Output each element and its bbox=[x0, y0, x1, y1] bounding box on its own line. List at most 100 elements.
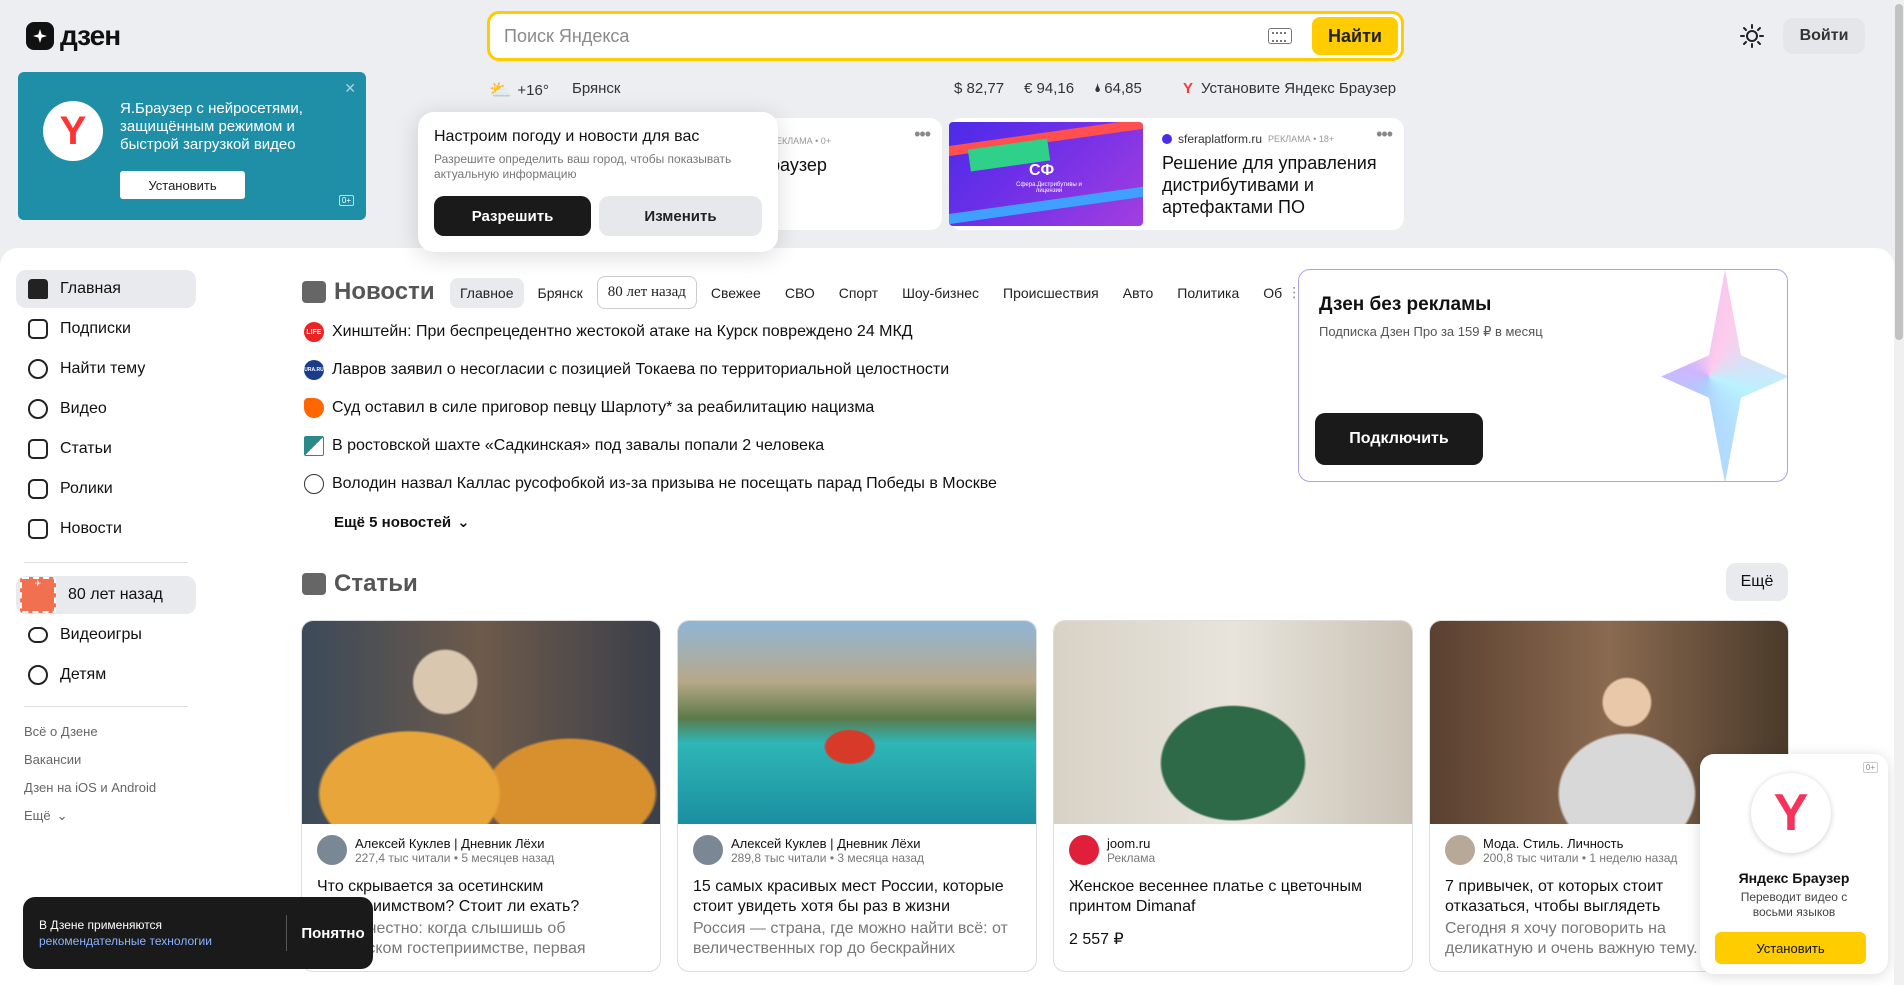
source-life-icon: LIFE bbox=[304, 322, 324, 342]
ad-image: СФ Сфера.Дистрибутивы и лицензии bbox=[949, 122, 1143, 226]
tab-fresh[interactable]: Свежее bbox=[701, 278, 771, 308]
site-favicon-icon bbox=[1162, 134, 1172, 144]
footer-more-label: Ещё bbox=[24, 808, 51, 823]
oil-drop-icon: 🌢 bbox=[1094, 81, 1102, 95]
news-item[interactable]: Суд оставил в силе приговор певцу Шарлот… bbox=[304, 398, 874, 418]
scrollbar-thumb[interactable] bbox=[1895, 4, 1903, 340]
news-item[interactable]: LIFE Хинштейн: При беспрецедентно жесток… bbox=[304, 322, 913, 342]
cookie-message: В Дзене применяются bbox=[39, 918, 163, 932]
articles-title-text: Статьи bbox=[334, 570, 418, 597]
tab-showbiz[interactable]: Шоу-бизнес bbox=[892, 278, 989, 308]
ad-card-sfera[interactable]: СФ Сфера.Дистрибутивы и лицензии sferapl… bbox=[949, 118, 1404, 230]
sidebar-item-label: Новости bbox=[60, 520, 122, 537]
close-icon[interactable]: ✕ bbox=[344, 80, 356, 97]
sidebar-item-subscriptions[interactable]: Подписки bbox=[16, 310, 196, 348]
city-label[interactable]: Брянск bbox=[572, 80, 621, 97]
sidebar-item-shorts[interactable]: Ролики bbox=[16, 470, 196, 508]
home-icon bbox=[28, 279, 48, 299]
news-tabs: Главное Брянск 80 лет назад Свежее СВО С… bbox=[450, 276, 1301, 309]
pro-subtitle: Подписка Дзен Про за 159 ₽ в месяц bbox=[1319, 324, 1543, 339]
tab-bryansk[interactable]: Брянск bbox=[528, 278, 593, 308]
sidebar-divider bbox=[24, 562, 188, 563]
eur-rate: € 94,16 bbox=[1024, 80, 1075, 97]
tab-politics[interactable]: Политика bbox=[1167, 278, 1249, 308]
sidebar-item-home[interactable]: Главная bbox=[16, 270, 196, 308]
footer-link-about[interactable]: Всё о Дзене bbox=[24, 724, 98, 739]
author-meta: 227,4 тыс читали • 5 месяцев назад bbox=[355, 850, 555, 865]
sidebar-item-kids[interactable]: Детям bbox=[16, 656, 196, 694]
tab-80-years[interactable]: 80 лет назад bbox=[596, 276, 697, 309]
author-name: Мода. Стиль. Личность bbox=[1483, 835, 1624, 851]
sidebar-item-videogames[interactable]: Видеоигры bbox=[16, 616, 196, 654]
article-author[interactable]: Алексей Куклев | Дневник Лёхи 227,4 тыс … bbox=[317, 835, 554, 865]
article-card[interactable]: joom.ru Реклама Женское весеннее платье … bbox=[1053, 620, 1413, 972]
tab-other[interactable]: Об bbox=[1253, 278, 1283, 308]
tab-main[interactable]: Главное bbox=[450, 277, 524, 308]
browser-promo-card[interactable]: 0+ Y Яндекс Браузер Переводит видео с во… bbox=[1700, 754, 1888, 974]
sidebar-item-find-topic[interactable]: Найти тему bbox=[16, 350, 196, 388]
tab-incidents[interactable]: Происшествия bbox=[993, 278, 1109, 308]
login-button[interactable]: Войти bbox=[1783, 18, 1865, 54]
dzen-logo[interactable]: дзен bbox=[26, 20, 121, 52]
sidebar-item-articles[interactable]: Статьи bbox=[16, 430, 196, 468]
theme-toggle-sun-icon[interactable] bbox=[1740, 24, 1764, 48]
tab-sport[interactable]: Спорт bbox=[829, 278, 888, 308]
sidebar-item-label: 80 лет назад bbox=[68, 586, 163, 603]
footer-more[interactable]: Ещё ⌄ bbox=[24, 808, 68, 824]
news-item[interactable]: URA.RU Лавров заявил о несогласии с пози… bbox=[304, 360, 949, 380]
sidebar-item-label: Видео bbox=[60, 400, 107, 417]
location-permission-dialog: Настроим погоду и новости для вас Разреш… bbox=[418, 112, 778, 252]
cookie-text: В Дзене применяются рекомендательные тех… bbox=[39, 917, 212, 949]
article-author[interactable]: Алексей Куклев | Дневник Лёхи 289,8 тыс … bbox=[693, 835, 924, 865]
tab-auto[interactable]: Авто bbox=[1113, 278, 1164, 308]
avatar bbox=[317, 835, 347, 865]
sidebar-item-80-years[interactable]: ✈ 80 лет назад bbox=[16, 576, 196, 614]
news-item[interactable]: В ростовской шахте «Садкинская» под зава… bbox=[304, 436, 824, 456]
news-section-title[interactable]: Новости bbox=[302, 278, 435, 306]
more-news-button[interactable]: Ещё 5 новостей ⌄ bbox=[334, 513, 470, 532]
tab-svo[interactable]: СВО bbox=[775, 278, 825, 308]
subscribe-button[interactable]: Подключить bbox=[1315, 413, 1483, 465]
sidebar-item-label: Ролики bbox=[60, 480, 113, 497]
install-button[interactable]: Установить bbox=[1715, 932, 1866, 964]
articles-more-button[interactable]: Ещё bbox=[1726, 563, 1788, 601]
news-text: Суд оставил в силе приговор певцу Шарлот… bbox=[332, 399, 875, 416]
dzen-pro-card[interactable]: Дзен без рекламы Подписка Дзен Про за 15… bbox=[1298, 269, 1788, 482]
star-decoration bbox=[1661, 270, 1787, 481]
news-item[interactable]: Володин назвал Каллас русофобкой из-за п… bbox=[304, 474, 997, 494]
change-city-button[interactable]: Изменить bbox=[599, 196, 762, 236]
avatar bbox=[693, 835, 723, 865]
news-icon bbox=[28, 519, 48, 539]
author-name: joom.ru bbox=[1107, 835, 1151, 851]
allow-button[interactable]: Разрешить bbox=[434, 196, 591, 236]
product-price: 2 557 ₽ bbox=[1069, 931, 1124, 948]
sidebar-item-label: Статьи bbox=[60, 440, 112, 457]
browser-promo-tooltip[interactable]: Y Я.Браузер с нейросетями, защищённым ре… bbox=[18, 72, 366, 220]
search-input[interactable] bbox=[490, 25, 1268, 47]
recommendation-tech-link[interactable]: рекомендательные технологии bbox=[39, 933, 212, 949]
author-name: Алексей Куклев | Дневник Лёхи bbox=[731, 835, 921, 851]
ad-domain: sferaplatform.ru bbox=[1178, 132, 1263, 146]
weather-widget[interactable]: ⛅ +16° bbox=[489, 80, 549, 101]
article-author[interactable]: joom.ru Реклама bbox=[1069, 835, 1155, 865]
accept-button[interactable]: Понятно bbox=[296, 897, 370, 969]
news-text: Хинштейн: При беспрецедентно жестокой ат… bbox=[332, 323, 913, 340]
install-button[interactable]: Установить bbox=[120, 171, 245, 199]
divider bbox=[286, 915, 287, 951]
browser-desc: Переводит видео с восьми языков bbox=[1740, 890, 1848, 919]
sidebar-item-video[interactable]: Видео bbox=[16, 390, 196, 428]
install-browser-link[interactable]: Y Установите Яндекс Браузер bbox=[1183, 80, 1396, 97]
more-options-icon[interactable]: ••• bbox=[914, 124, 931, 145]
search-button[interactable]: Найти bbox=[1312, 17, 1398, 55]
more-options-icon[interactable]: ••• bbox=[1376, 124, 1393, 145]
article-author[interactable]: Мода. Стиль. Личность 200,8 тыс читали •… bbox=[1445, 835, 1677, 865]
footer-link-jobs[interactable]: Вакансии bbox=[24, 752, 81, 767]
currency-rates[interactable]: $ 82,77 € 94,16 🌢 64,85 bbox=[954, 80, 1142, 97]
ad-title: Решение для управления дистрибутивами и … bbox=[1162, 153, 1377, 217]
footer-link-apps[interactable]: Дзен на iOS и Android bbox=[24, 780, 156, 795]
article-card[interactable]: Алексей Куклев | Дневник Лёхи 289,8 тыс … bbox=[677, 620, 1037, 972]
source-round-icon bbox=[304, 474, 324, 494]
keyboard-icon[interactable] bbox=[1268, 28, 1292, 44]
articles-section-title[interactable]: Статьи bbox=[302, 570, 418, 598]
sidebar-item-news[interactable]: Новости bbox=[16, 510, 196, 548]
